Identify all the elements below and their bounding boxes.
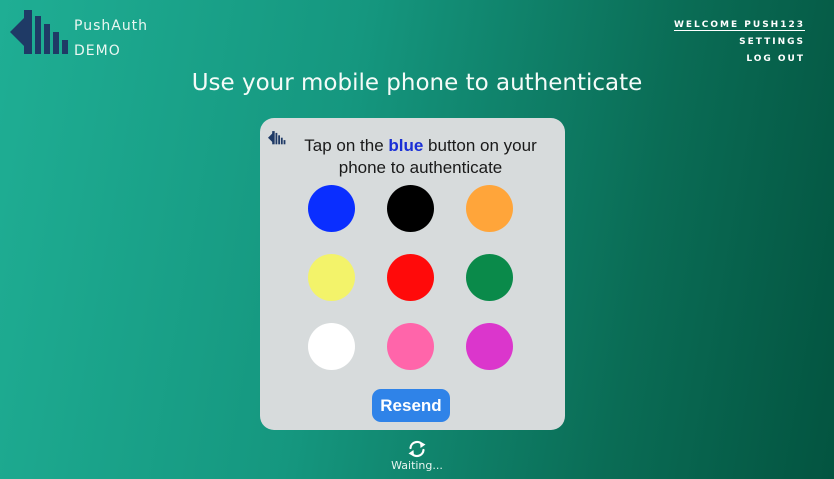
color-button-blue[interactable] [308,185,355,232]
prompt-before: Tap on the [304,136,389,155]
brand: PushAuth DEMO [74,14,148,63]
top-nav: WELCOME PUSH123 SETTINGS LOG OUT [674,17,805,68]
welcome-user-link[interactable]: WELCOME PUSH123 [674,17,805,34]
brand-subtitle: DEMO [74,43,121,59]
resend-button[interactable]: Resend [372,389,450,422]
refresh-icon [408,440,426,458]
logo-bars-icon [10,10,68,54]
card-logo-icon [268,130,286,149]
logout-link[interactable]: LOG OUT [674,51,805,68]
color-button-pink[interactable] [387,323,434,370]
color-button-orange[interactable] [466,185,513,232]
settings-link[interactable]: SETTINGS [674,34,805,51]
color-button-grid [308,185,513,370]
auth-card: Tap on the blue button on your phone to … [260,118,565,430]
color-button-red[interactable] [387,254,434,301]
auth-instruction: Tap on the blue button on your phone to … [290,135,551,179]
status-area: Waiting... [0,440,834,472]
brand-name: PushAuth [74,18,149,34]
color-button-yellow[interactable] [308,254,355,301]
prompt-color-word: blue [388,136,424,155]
color-button-black[interactable] [387,185,434,232]
color-button-white[interactable] [308,323,355,370]
page-headline: Use your mobile phone to authenticate [191,70,643,96]
color-button-green[interactable] [466,254,513,301]
waiting-text: Waiting... [391,459,443,472]
color-button-magenta[interactable] [466,323,513,370]
pushauth-logo [10,10,70,56]
